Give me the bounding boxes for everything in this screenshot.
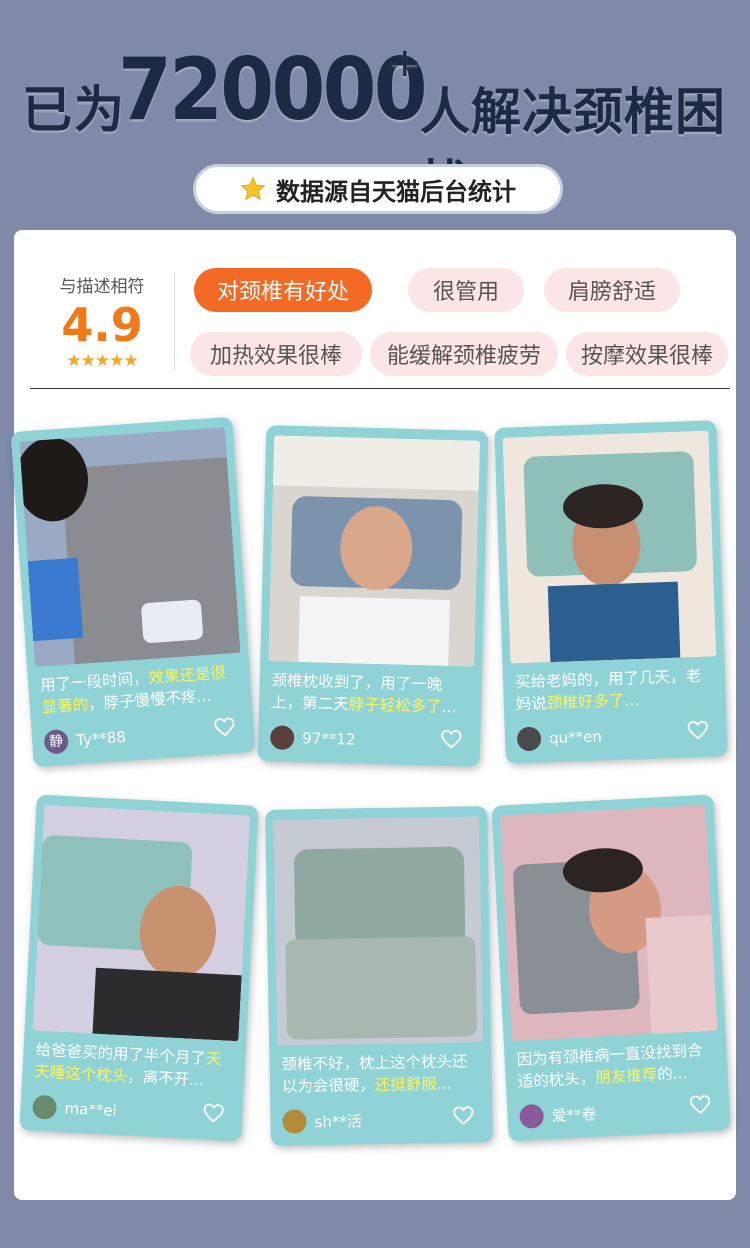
review-card[interactable]: 颈椎不好，枕上这个枕头还以为会很硬，还挺舒服... sh**活 (265, 806, 493, 1146)
review-photo (499, 804, 718, 1042)
source-note: 数据源自天猫后台统计 (196, 167, 560, 211)
review-text: 用了一段时间，效果还是很显著的，脖子慢慢不疼... (39, 663, 227, 717)
rating-stars: ★★★★★ (66, 351, 138, 371)
tag-useful[interactable]: 很管用 (408, 268, 524, 312)
review-photo (502, 430, 717, 664)
headline: 已为 720000 + 人解决颈椎困扰 (0, 30, 750, 213)
tag-shoulder-comfort[interactable]: 肩膀舒适 (544, 268, 680, 312)
source-note-text: 数据源自天猫后台统计 (276, 177, 516, 206)
review-text: 买给老妈的，用了几天，老妈说颈椎好多了... (514, 666, 702, 714)
review-card[interactable]: 买给老妈的，用了几天，老妈说颈椎好多了... qu**en (494, 420, 728, 764)
username: sh**活 (314, 1111, 363, 1131)
heart-icon[interactable] (686, 719, 709, 742)
review-user: 97**12 (269, 725, 356, 751)
heart-icon[interactable] (202, 1102, 225, 1125)
review-text: 因为有颈椎病一直没找到合适的枕头，朋友推荐的... (516, 1041, 703, 1092)
review-user: 爱**卷 (519, 1101, 597, 1129)
review-photo (19, 427, 241, 668)
star-icon (240, 176, 266, 201)
review-photo (273, 816, 484, 1046)
review-user: sh**活 (282, 1108, 363, 1134)
review-text: 颈椎不好，枕上这个枕头还以为会很硬，还挺舒服... (281, 1052, 468, 1096)
username: 97**12 (302, 729, 356, 749)
review-user: ma**ei (31, 1094, 118, 1123)
heart-icon[interactable] (440, 728, 463, 751)
review-user: qu**en (516, 724, 603, 752)
headline-number: 720000 (118, 40, 428, 140)
review-card[interactable]: 用了一段时间，效果还是很显著的，脖子慢慢不疼... 静 Ty**88 (10, 416, 256, 768)
tag-neck-benefit[interactable]: 对颈椎有好处 (194, 268, 372, 312)
heart-icon[interactable] (689, 1093, 712, 1116)
avatar (282, 1109, 307, 1134)
review-text: 颈椎枕收到了，用了一晚上，第二天脖子轻松多了... (270, 671, 457, 717)
tag-massage[interactable]: 按摩效果很棒 (566, 332, 728, 376)
headline-plus: + (388, 40, 422, 86)
rating-label: 与描述相符 (59, 277, 145, 297)
tag-relieve-fatigue[interactable]: 能缓解颈椎疲劳 (370, 332, 558, 376)
avatar: 静 (43, 728, 70, 755)
username: 爱**卷 (551, 1104, 598, 1125)
review-text: 给爸爸买的用了半个月了天天睡这个枕头，离不开... (33, 1040, 222, 1090)
review-card[interactable]: 给爸爸买的用了半个月了天天睡这个枕头，离不开... ma**ei (19, 794, 259, 1142)
review-card[interactable]: 颈椎枕收到了，用了一晚上，第二天脖子轻松多了... 97**12 (257, 425, 489, 767)
headline-prefix: 已为 (22, 81, 126, 139)
rating-score: 4.9 (61, 298, 143, 352)
tag-heating[interactable]: 加热效果很棒 (190, 332, 362, 376)
avatar (516, 726, 542, 752)
review-card[interactable]: 因为有颈椎病一直没找到合适的枕头，朋友推荐的... 爱**卷 (491, 794, 731, 1142)
heart-icon[interactable] (452, 1104, 474, 1126)
review-photo (32, 804, 251, 1042)
review-user: 静 Ty**88 (43, 725, 127, 755)
heart-icon[interactable] (213, 715, 236, 738)
divider (30, 388, 730, 389)
avatar (519, 1103, 545, 1129)
divider (174, 272, 175, 370)
username: Ty**88 (75, 727, 127, 750)
username: qu**en (548, 727, 603, 748)
avatar (269, 725, 295, 750)
review-photo (268, 435, 481, 667)
avatar (31, 1094, 58, 1120)
rating-summary: 与描述相符 4.9 ★★★★★ (42, 272, 162, 371)
username: ma**ei (64, 1099, 118, 1121)
